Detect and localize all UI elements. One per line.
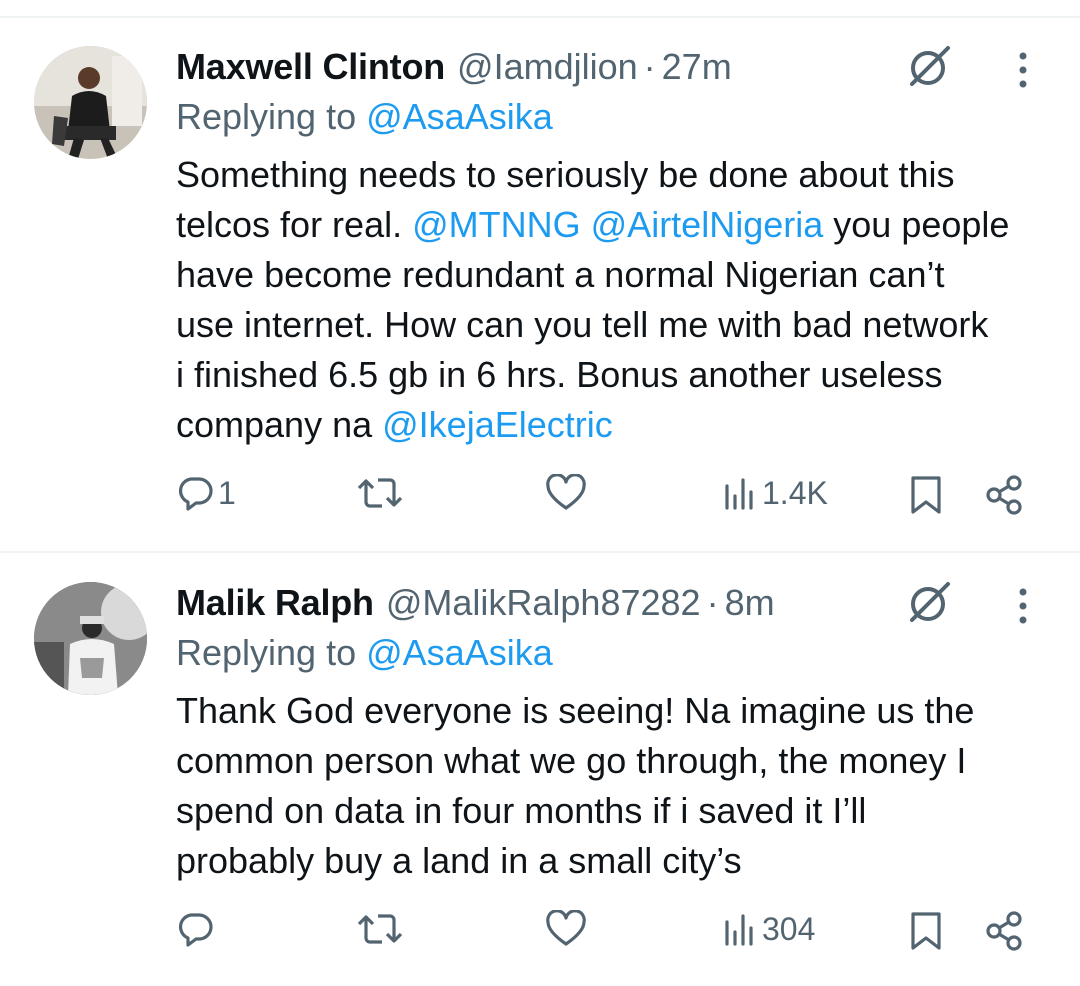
tweet-text-line: Something needs to seriously be done abo…	[176, 150, 1056, 200]
timestamp[interactable]: 27m	[662, 42, 732, 92]
replying-to: Replying to @AsaAsika	[176, 628, 553, 678]
bookmark-button[interactable]	[908, 474, 944, 516]
replying-to-mention[interactable]: @AsaAsika	[366, 96, 553, 137]
reply-button[interactable]	[176, 910, 218, 948]
reply-button[interactable]: 1	[176, 474, 236, 512]
tweet-text-run	[581, 204, 591, 245]
like-button[interactable]	[545, 910, 591, 948]
like-icon	[546, 910, 586, 946]
tweet-text-run: use internet. How can you tell me with b…	[176, 304, 989, 345]
more-icon[interactable]	[1010, 46, 1036, 90]
tweet-text-line: have become redundant a normal Nigerian …	[176, 250, 1056, 300]
replying-prefix: Replying to	[176, 96, 367, 137]
mention-link[interactable]: @AirtelNigeria	[591, 204, 824, 245]
reply-icon	[178, 477, 213, 511]
retweet-icon	[357, 914, 403, 944]
views-button[interactable]: 304	[722, 910, 815, 948]
mention-link[interactable]: @MTNNG	[412, 204, 581, 245]
avatar[interactable]	[34, 46, 147, 159]
bookmark-icon	[911, 912, 941, 950]
tweet-text: Something needs to seriously be done abo…	[176, 150, 1056, 450]
share-icon	[986, 475, 1022, 515]
action-bar: 304	[0, 910, 1080, 970]
share-button[interactable]	[984, 474, 1026, 516]
retweet-button[interactable]	[356, 910, 408, 948]
views-count: 1.4K	[762, 474, 828, 511]
separator-dot: ·	[706, 582, 719, 623]
share-icon	[986, 911, 1022, 951]
author-name[interactable]: Maxwell Clinton	[176, 42, 445, 92]
replying-to: Replying to @AsaAsika	[176, 92, 553, 142]
share-button[interactable]	[984, 910, 1026, 952]
tweet-text-run: company na	[176, 404, 383, 445]
tweet-text-run: common person what we go through, the mo…	[176, 740, 967, 781]
mention-link[interactable]: @IkejaElectric	[382, 404, 613, 445]
tweet-text-line: spend on data in four months if i saved …	[176, 786, 1056, 836]
tweet-divider	[0, 551, 1080, 553]
replying-prefix: Replying to	[176, 632, 367, 673]
reply-icon	[178, 913, 213, 947]
tweet-text-line: probably buy a land in a small city’s	[176, 836, 1056, 886]
like-icon	[546, 474, 586, 510]
retweet-icon	[357, 478, 403, 508]
tweet-1[interactable]: Maxwell Clinton @Iamdjlion · 27m Replyin…	[0, 42, 1080, 542]
tweet-header: Maxwell Clinton @Iamdjlion · 27m	[176, 42, 732, 92]
grok-icon[interactable]	[904, 44, 954, 88]
avatar[interactable]	[34, 582, 147, 695]
replying-to-mention[interactable]: @AsaAsika	[366, 632, 553, 673]
tweet-header: Malik Ralph @MalikRalph87282 · 8m	[176, 578, 775, 628]
tweet-text-run: you people	[823, 204, 1010, 245]
reply-count: 1	[218, 474, 236, 511]
bookmark-button[interactable]	[908, 910, 944, 952]
tweet-text-line: Thank God everyone is seeing! Na imagine…	[176, 686, 1056, 736]
author-handle[interactable]: @Iamdjlion	[457, 42, 638, 92]
tweet-text-line: i finished 6.5 gb in 6 hrs. Bonus anothe…	[176, 350, 1056, 400]
views-icon	[725, 914, 753, 946]
tweet-2[interactable]: Malik Ralph @MalikRalph87282 · 8m Replyi…	[0, 578, 1080, 986]
author-name[interactable]: Malik Ralph	[176, 578, 374, 628]
retweet-button[interactable]	[356, 474, 408, 512]
tweet-text: Thank God everyone is seeing! Na imagine…	[176, 686, 1056, 886]
tweet-text-run: i finished 6.5 gb in 6 hrs. Bonus anothe…	[176, 354, 943, 395]
tweet-text-run: spend on data in four months if i saved …	[176, 790, 867, 831]
more-icon[interactable]	[1010, 582, 1036, 626]
tweet-text-line: company na @IkejaElectric	[176, 400, 1056, 450]
tweet-text-run: probably buy a land in a small city’s	[176, 840, 742, 881]
separator-dot: ·	[643, 46, 656, 87]
tweet-text-line: telcos for real. @MTNNG @AirtelNigeria y…	[176, 200, 1056, 250]
views-icon	[725, 478, 753, 510]
grok-icon[interactable]	[904, 580, 954, 624]
top-divider	[0, 16, 1080, 18]
action-bar: 1 1.4K	[0, 474, 1080, 534]
tweet-text-run: Something needs to seriously be done abo…	[176, 154, 955, 195]
views-count: 304	[762, 910, 816, 947]
author-handle[interactable]: @MalikRalph87282	[386, 578, 701, 628]
like-button[interactable]	[545, 474, 591, 512]
views-button[interactable]: 1.4K	[722, 474, 828, 512]
tweet-text-run: telcos for real.	[176, 204, 413, 245]
tweet-text-line: common person what we go through, the mo…	[176, 736, 1056, 786]
timestamp[interactable]: 8m	[725, 578, 775, 628]
tweet-text-run: Thank God everyone is seeing! Na imagine…	[176, 690, 975, 731]
bookmark-icon	[911, 476, 941, 514]
tweet-text-run: have become redundant a normal Nigerian …	[176, 254, 945, 295]
tweet-text-line: use internet. How can you tell me with b…	[176, 300, 1056, 350]
